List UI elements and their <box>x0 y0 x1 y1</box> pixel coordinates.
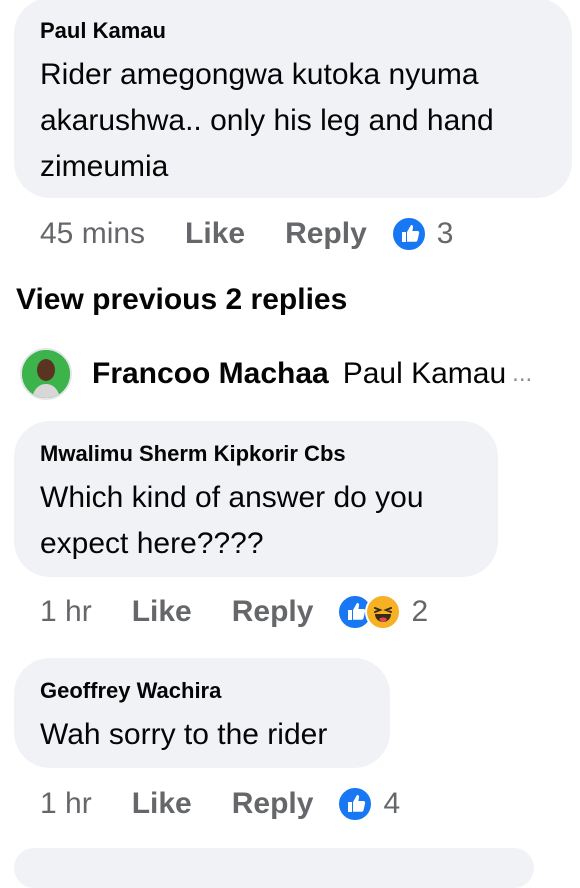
comment-author[interactable]: Mwalimu Sherm Kipkorir Cbs <box>40 439 472 469</box>
haha-icon <box>365 594 402 630</box>
reaction-count: 3 <box>436 217 454 250</box>
reply-preview-row[interactable]: Francoo Machaa Paul Kamau ... <box>20 348 575 400</box>
reaction-summary[interactable]: 3 <box>390 216 454 252</box>
reply-preview-text: Paul Kamau <box>342 357 507 390</box>
like-button[interactable]: Like <box>185 217 245 251</box>
comment-timestamp[interactable]: 1 hr <box>40 787 92 821</box>
reply-button[interactable]: Reply <box>285 217 367 251</box>
comment-text-line: Wah sorry to the rider <box>40 718 328 751</box>
comment-text-line: Rider amegongwa kutoka nyuma <box>40 58 479 91</box>
comment-meta: 1 hr Like Reply 4 <box>40 784 400 824</box>
reply-author-name[interactable]: Francoo Machaa <box>92 357 329 391</box>
comment-author[interactable]: Paul Kamau <box>40 16 546 46</box>
comment-bubble: Mwalimu Sherm Kipkorir Cbs Which kind of… <box>14 421 498 577</box>
comment-bubble <box>14 848 534 888</box>
ellipsis-icon: ... <box>512 360 533 387</box>
comment-bubble: Paul Kamau Rider amegongwa kutoka nyuma … <box>14 0 572 198</box>
reply-button[interactable]: Reply <box>232 595 314 629</box>
comment-text-line: zimeumia <box>40 150 169 183</box>
view-previous-replies-link[interactable]: View previous 2 replies <box>16 283 347 317</box>
comment-text-line: expect here???? <box>40 527 264 560</box>
comment-bubble: Geoffrey Wachira Wah sorry to the rider <box>14 658 390 768</box>
like-icon <box>337 786 374 822</box>
comment-author[interactable]: Geoffrey Wachira <box>40 676 364 706</box>
comment-text-line: Which kind of answer do you <box>40 481 424 514</box>
reply-button[interactable]: Reply <box>232 787 314 821</box>
reaction-summary[interactable]: 2 <box>337 594 428 630</box>
comment-timestamp[interactable]: 1 hr <box>40 595 92 629</box>
comment-timestamp[interactable]: 45 mins <box>40 217 145 251</box>
reaction-summary[interactable]: 4 <box>337 786 400 822</box>
comment-meta: 1 hr Like Reply 2 <box>40 592 428 632</box>
like-button[interactable]: Like <box>132 787 192 821</box>
like-icon <box>390 216 427 252</box>
comment-text-line: akarushwa.. only his leg and hand <box>40 104 494 137</box>
reaction-count: 2 <box>411 595 429 628</box>
reaction-count: 4 <box>383 787 401 820</box>
comment-meta: 45 mins Like Reply 3 <box>40 214 453 254</box>
avatar[interactable] <box>20 348 72 400</box>
like-button[interactable]: Like <box>132 595 192 629</box>
